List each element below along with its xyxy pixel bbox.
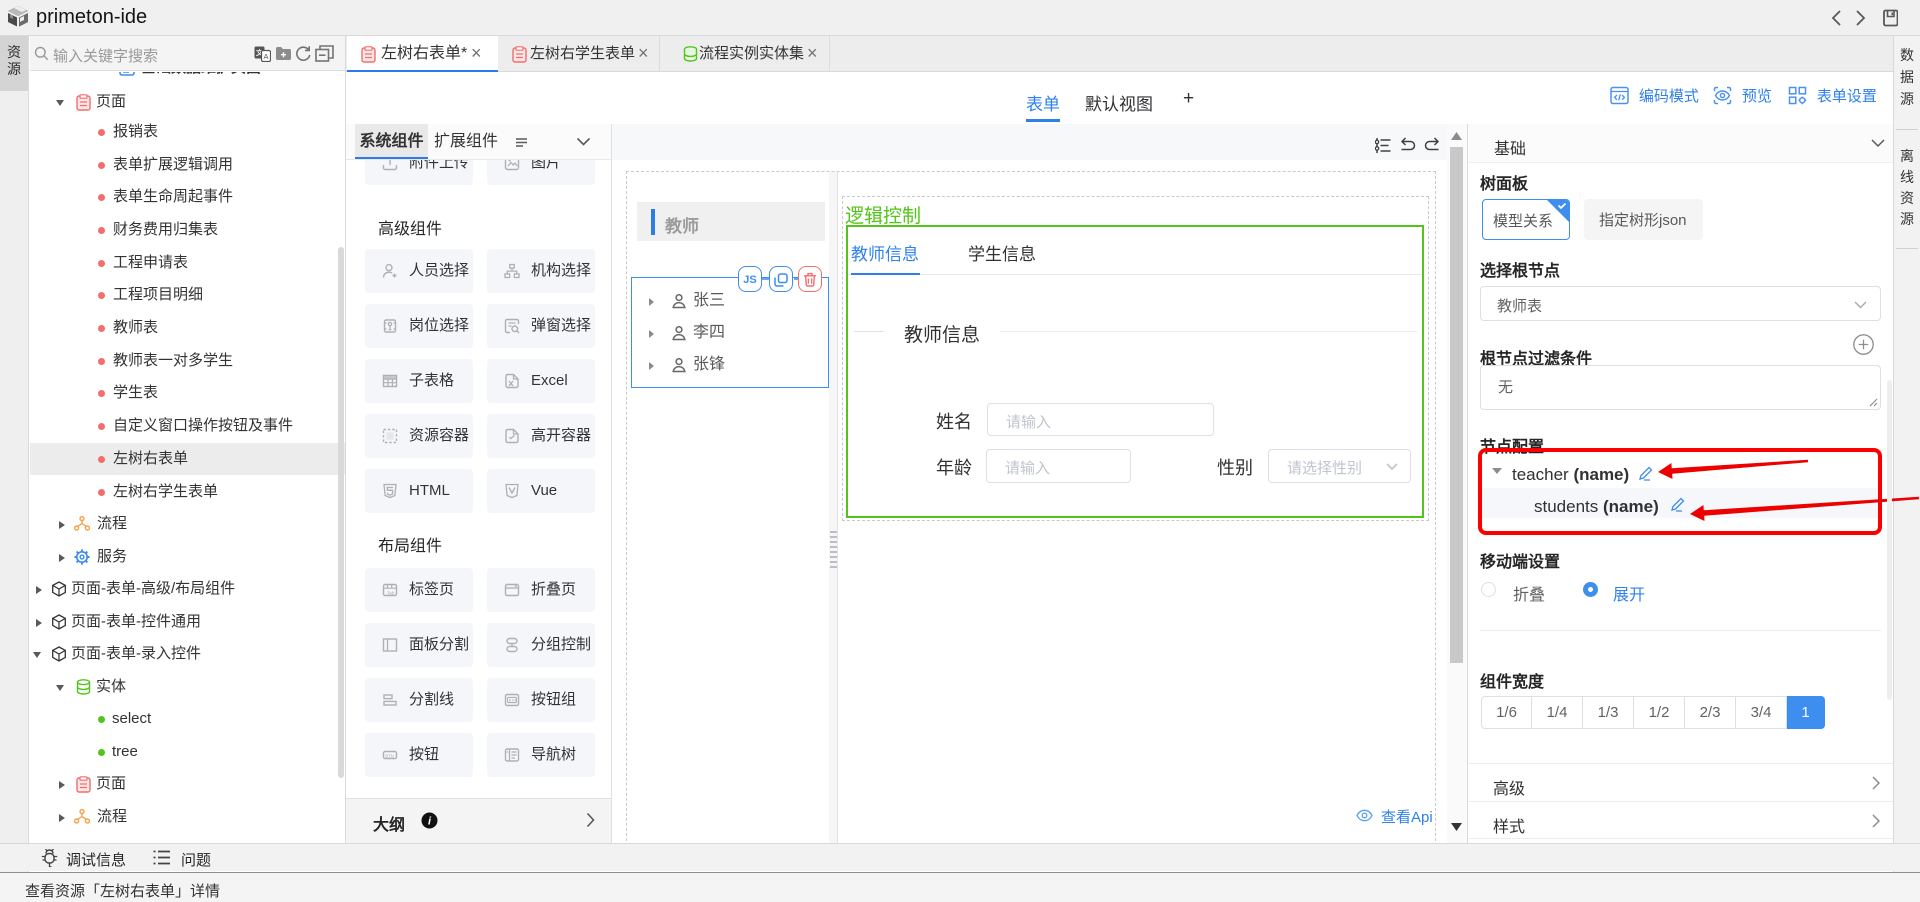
svg-text:Tab: Tab xyxy=(387,590,395,595)
svg-text:BTN: BTN xyxy=(509,698,517,702)
svg-text:A: A xyxy=(263,52,268,61)
svg-text:BTN: BTN xyxy=(385,753,393,758)
